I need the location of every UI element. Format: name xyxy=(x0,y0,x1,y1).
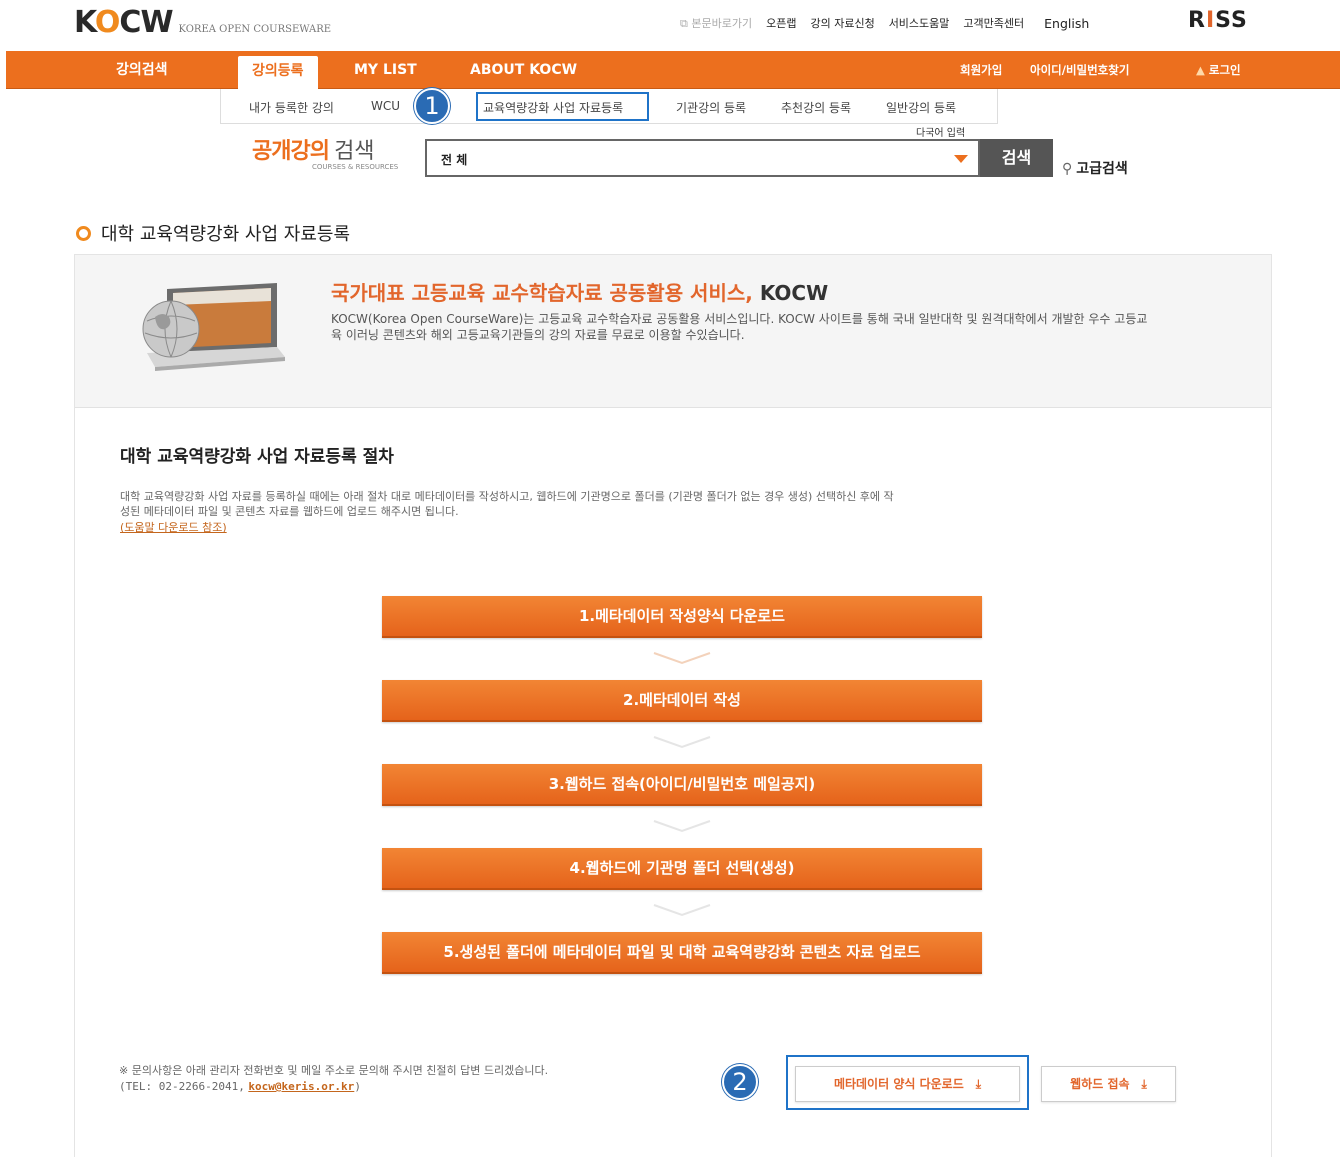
step-badge-1: 1 xyxy=(414,88,450,124)
circle-bullet-icon xyxy=(76,225,91,241)
search-select-value: 전 체 xyxy=(441,153,468,167)
advanced-search-label: 고급검색 xyxy=(1076,161,1128,177)
submenu-capacity-registration[interactable]: 교육역량강화 사업 자료등록 xyxy=(483,99,623,116)
riss-logo[interactable]: RISS xyxy=(1188,8,1248,33)
kocw-logo[interactable]: KOCW KOREA OPEN COURSEWARE xyxy=(74,8,331,38)
submenu-my-lectures[interactable]: 내가 등록한 강의 xyxy=(249,99,334,116)
login-label: 로그인 xyxy=(1208,63,1241,77)
contact-tel: (TEL: 02-2266-2041, xyxy=(119,1080,245,1093)
webhard-access-label: 웹하드 접속 xyxy=(1070,1077,1130,1091)
english-link[interactable]: English xyxy=(1044,16,1089,31)
step-2-button[interactable]: 2.메타데이터 작성 xyxy=(382,680,982,722)
contact-note: ※ 문의사항은 아래 관리자 전화번호 및 메일 주소로 문의해 주시면 친절히… xyxy=(119,1063,548,1095)
search-title-sub: 검색 xyxy=(334,139,375,164)
utility-links: 본문바로가기 오픈랩 강의 자료신청 서비스도움말 고객만족센터 English xyxy=(680,15,1103,31)
person-icon: ▲ xyxy=(1196,63,1205,77)
step-badge-2: 2 xyxy=(722,1064,758,1100)
submenu-institution-lecture[interactable]: 기관강의 등록 xyxy=(676,99,746,116)
search-title: 공개강의 검색 COURSES & RESOURCES xyxy=(252,133,398,171)
intro-heading: 국가대표 고등교육 교수학습자료 공동활용 서비스, KOCW xyxy=(331,277,828,306)
step-3-button[interactable]: 3.웹하드 접속(아이디/비밀번호 메일공지) xyxy=(382,764,982,806)
submenu-general-lecture[interactable]: 일반강의 등록 xyxy=(886,99,956,116)
lecture-request-link[interactable]: 강의 자료신청 xyxy=(810,15,874,31)
content-panel: 국가대표 고등교육 교수학습자료 공동활용 서비스, KOCW KOCW(Kor… xyxy=(74,254,1272,1157)
step-5-button[interactable]: 5.생성된 폴더에 메타데이터 파일 및 대학 교육역량강화 콘텐츠 자료 업로… xyxy=(382,932,982,974)
laptop-globe-icon xyxy=(142,283,285,371)
page-title: 대학 교육역량강화 사업 자료등록 xyxy=(76,220,350,246)
advanced-search-link[interactable]: ⚲ 고급검색 xyxy=(1062,158,1128,178)
down-chevron-icon xyxy=(653,736,711,749)
step-4-button[interactable]: 4.웹하드에 기관명 폴더 선택(생성) xyxy=(382,848,982,890)
intro-heading-kocw: KOCW xyxy=(759,281,829,305)
download-icon: ⤓ xyxy=(975,1077,982,1091)
intro-banner: 국가대표 고등교육 교수학습자료 공동활용 서비스, KOCW KOCW(Kor… xyxy=(75,255,1271,408)
top-bar: KOCW KOREA OPEN COURSEWARE 본문바로가기 오픈랩 강의… xyxy=(0,0,1344,50)
multi-language-input-link[interactable]: 다국어 입력 xyxy=(916,124,965,139)
metadata-download-label: 메타데이터 양식 다운로드 xyxy=(833,1077,964,1091)
contact-note-text: ※ 문의사항은 아래 관리자 전화번호 및 메일 주소로 문의해 주시면 친절히… xyxy=(119,1064,549,1077)
search-category-select[interactable]: 전 체 xyxy=(425,139,980,177)
down-chevron-icon xyxy=(653,904,711,917)
search-icon: ⚲ xyxy=(1062,161,1073,177)
nav-my-list[interactable]: MY LIST xyxy=(354,51,417,89)
submenu-wcu[interactable]: WCU xyxy=(371,99,400,113)
procedure-description: 대학 교육역량강화 사업 자료를 등록하실 때에는 아래 절차 대로 메타데이터… xyxy=(120,490,894,518)
nav-about-kocw[interactable]: ABOUT KOCW xyxy=(470,51,577,89)
page-title-text: 대학 교육역량강화 사업 자료등록 xyxy=(101,224,351,245)
find-id-password-link[interactable]: 아이디/비밀번호찾기 xyxy=(1030,51,1129,89)
search-button[interactable]: 검색 xyxy=(980,139,1053,177)
signup-link[interactable]: 회원가입 xyxy=(960,51,1002,89)
down-chevron-icon xyxy=(653,652,711,665)
download-icon: ⤓ xyxy=(1141,1077,1147,1091)
intro-heading-text: 국가대표 고등교육 교수학습자료 공동활용 서비스, xyxy=(331,281,753,305)
logo-subtitle: KOREA OPEN COURSEWARE xyxy=(178,24,332,35)
search-title-main: 공개강의 xyxy=(252,139,330,164)
main-nav: 강의검색 강의등록 MY LIST ABOUT KOCW 회원가입 아이디/비밀… xyxy=(6,51,1340,89)
contact-tel-close: ) xyxy=(354,1080,361,1093)
submenu-recommended-lecture[interactable]: 추천강의 등록 xyxy=(781,99,851,116)
contact-email-link[interactable]: kocw@keris.or.kr xyxy=(248,1080,354,1093)
openlab-link[interactable]: 오픈랩 xyxy=(766,15,796,31)
service-help-link[interactable]: 서비스도움말 xyxy=(889,15,950,31)
webhard-access-button[interactable]: 웹하드 접속 ⤓ xyxy=(1041,1066,1176,1102)
customer-center-link[interactable]: 고객만족센터 xyxy=(963,15,1024,31)
dropdown-arrow-icon xyxy=(954,155,968,163)
intro-text: KOCW(Korea Open CourseWare)는 고등교육 교수학습자료… xyxy=(331,312,1148,342)
down-chevron-icon xyxy=(653,820,711,833)
search-subtitle: COURSES & RESOURCES xyxy=(312,163,399,171)
nav-lecture-search[interactable]: 강의검색 xyxy=(116,51,168,89)
help-download-link[interactable]: (도움말 다운로드 참조) xyxy=(120,519,227,535)
logo-text: KOCW xyxy=(74,5,174,40)
nav-lecture-register[interactable]: 강의등록 xyxy=(238,56,318,89)
login-link[interactable]: ▲ 로그인 xyxy=(1196,51,1241,89)
step-1-button[interactable]: 1.메타데이터 작성양식 다운로드 xyxy=(382,596,982,638)
procedure-title: 대학 교육역량강화 사업 자료등록 절차 xyxy=(120,447,394,467)
metadata-form-download-button[interactable]: 메타데이터 양식 다운로드 ⤓ xyxy=(795,1066,1020,1102)
skip-to-content-link[interactable]: 본문바로가기 xyxy=(680,15,752,31)
submenu: 내가 등록한 강의 WCU 교육역량강화 사업 자료등록 기관강의 등록 추천강… xyxy=(220,89,998,124)
